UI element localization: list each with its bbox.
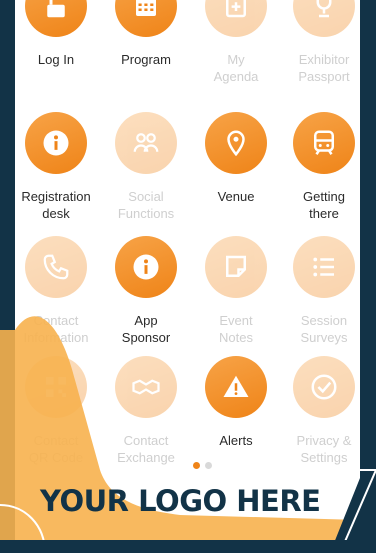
- calendar-icon: [115, 0, 177, 37]
- tile-contact-qr-code[interactable]: Contact QR Code: [15, 356, 99, 466]
- logo-placeholder: YOUR LOGO HERE: [40, 484, 321, 518]
- tile-label: Log In: [37, 52, 75, 67]
- tile-label: Program: [121, 52, 171, 67]
- tile-venue[interactable]: Venue: [193, 112, 279, 205]
- tile-label: My Agenda: [213, 52, 259, 84]
- page-indicator: [193, 456, 217, 474]
- tile-label: App Sponsor: [121, 313, 171, 345]
- info-icon: [115, 236, 177, 298]
- tile-label: Exhibitor Passport: [298, 52, 350, 84]
- people-icon: [115, 112, 177, 174]
- tile-label: Event Notes: [219, 313, 253, 345]
- tile-social-functions[interactable]: Social Functions: [103, 112, 189, 222]
- location-pin-icon: [205, 112, 267, 174]
- tile-label: Social Functions: [117, 189, 175, 221]
- warning-icon: [205, 356, 267, 418]
- note-icon: [205, 236, 267, 298]
- tile-privacy-settings[interactable]: Privacy & Settings: [281, 356, 360, 466]
- tile-alerts[interactable]: Alerts: [193, 356, 279, 449]
- tile-label: Privacy & Settings: [296, 433, 352, 465]
- info-icon: [25, 112, 87, 174]
- page-dot[interactable]: [205, 462, 212, 469]
- tile-session-surveys[interactable]: Session Surveys: [281, 236, 360, 346]
- agenda-icon: [205, 0, 267, 37]
- tile-label: Session Surveys: [300, 313, 348, 345]
- list-icon: [293, 236, 355, 298]
- tile-event-notes[interactable]: Event Notes: [193, 236, 279, 346]
- app-screen: Log In Program My Agenda Exhibitor Passp…: [15, 0, 360, 553]
- tile-label: Registration desk: [21, 189, 91, 221]
- tile-contact-information[interactable]: Contact Information: [15, 236, 99, 346]
- tile-exhibitor-passport[interactable]: Exhibitor Passport: [281, 0, 360, 85]
- tile-my-agenda[interactable]: My Agenda: [193, 0, 279, 85]
- qr-code-icon: [25, 356, 87, 418]
- tile-app-sponsor[interactable]: App Sponsor: [103, 236, 189, 346]
- tile-label: Contact QR Code: [28, 433, 84, 465]
- page-dot-active[interactable]: [193, 462, 200, 469]
- handshake-icon: [115, 356, 177, 418]
- unlock-icon: [25, 0, 87, 37]
- tile-label: Alerts: [219, 433, 253, 448]
- check-circle-icon: [293, 356, 355, 418]
- tile-label: Venue: [217, 189, 255, 204]
- tile-label: Getting there: [303, 189, 345, 221]
- tile-log-in[interactable]: Log In: [15, 0, 99, 68]
- tile-getting-there[interactable]: Getting there: [281, 112, 360, 222]
- tile-contact-exchange[interactable]: Contact Exchange: [103, 356, 189, 466]
- tile-label: Contact Information: [23, 313, 89, 345]
- trophy-icon: [293, 0, 355, 37]
- tile-registration-desk[interactable]: Registration desk: [15, 112, 99, 222]
- tile-label: Contact Exchange: [117, 433, 175, 465]
- phone-icon: [25, 236, 87, 298]
- tile-program[interactable]: Program: [103, 0, 189, 68]
- train-icon: [293, 112, 355, 174]
